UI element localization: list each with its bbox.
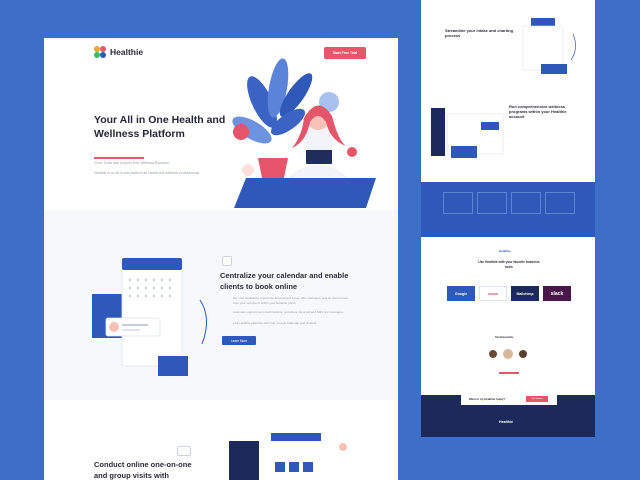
hero-title: Your All in One Health and Wellness Plat… bbox=[94, 114, 226, 140]
features-band bbox=[421, 182, 595, 237]
integrations-logo: Healthie bbox=[499, 249, 511, 253]
testimonial-rating bbox=[499, 372, 519, 374]
testimonials-title: Testimonials bbox=[495, 335, 514, 339]
learn-more-button[interactable]: Learn More bbox=[222, 336, 256, 345]
trial-prompt: Want to try Healthie today? bbox=[469, 397, 506, 401]
logo[interactable]: Healthie bbox=[94, 46, 143, 58]
mailchimp-brand-tile[interactable]: Mailchimp bbox=[511, 286, 539, 301]
intake-illustration bbox=[522, 18, 576, 74]
calendar-icon bbox=[222, 256, 232, 266]
logo-text: Healthie bbox=[110, 47, 144, 57]
hero-illustration bbox=[232, 58, 376, 208]
integrations-title: Use Healthie with your favorite business… bbox=[478, 260, 540, 270]
hero-description: Healthie is an all-in-one platform for h… bbox=[94, 171, 200, 175]
hero-underline bbox=[94, 157, 144, 159]
slack-brand-tile[interactable]: slack bbox=[543, 286, 571, 301]
landing-page-preview: Streamline your intake and charting proc… bbox=[421, 0, 595, 437]
feature-tile bbox=[545, 192, 575, 214]
testimonial-avatar bbox=[503, 349, 513, 359]
feature-tile bbox=[477, 192, 507, 214]
calendar-bullet: Automatic appointment confirmations, rem… bbox=[233, 310, 344, 314]
video-visit-icon bbox=[177, 446, 191, 456]
calendar-section-title: Centralize your calendar and enable clie… bbox=[220, 271, 349, 291]
asana-brand-tile[interactable]: asana bbox=[479, 286, 507, 301]
video-section-title: Conduct online one-on-one and group visi… bbox=[94, 460, 192, 480]
testimonial-avatar bbox=[489, 350, 497, 358]
feature-tile bbox=[443, 192, 473, 214]
get-started-button[interactable]: Get Started bbox=[526, 396, 548, 402]
calendar-bullet: Link Healthie calendar with iCal, Google… bbox=[233, 321, 317, 325]
intake-section-title: Streamline your intake and charting proc… bbox=[445, 28, 514, 39]
logo-mark-icon bbox=[94, 46, 106, 58]
testimonial-avatar bbox=[519, 350, 527, 358]
footer-logo: Healthie bbox=[499, 420, 513, 424]
programs-illustration bbox=[431, 108, 504, 158]
calendar-illustration bbox=[92, 257, 207, 376]
feature-tile bbox=[511, 192, 541, 214]
programs-section-title: Run comprehensive wellness programs with… bbox=[509, 104, 567, 120]
calendar-bullet: Set your availability, customize appoint… bbox=[233, 296, 348, 305]
hero-subtitle: Grow, Scale and Support Your Wellness Bu… bbox=[94, 161, 169, 165]
video-visit-illustration bbox=[229, 433, 347, 480]
landing-page-main: Healthie Start Free Trial Your All in On… bbox=[44, 38, 398, 480]
google-brand-tile[interactable]: Google bbox=[447, 286, 475, 301]
